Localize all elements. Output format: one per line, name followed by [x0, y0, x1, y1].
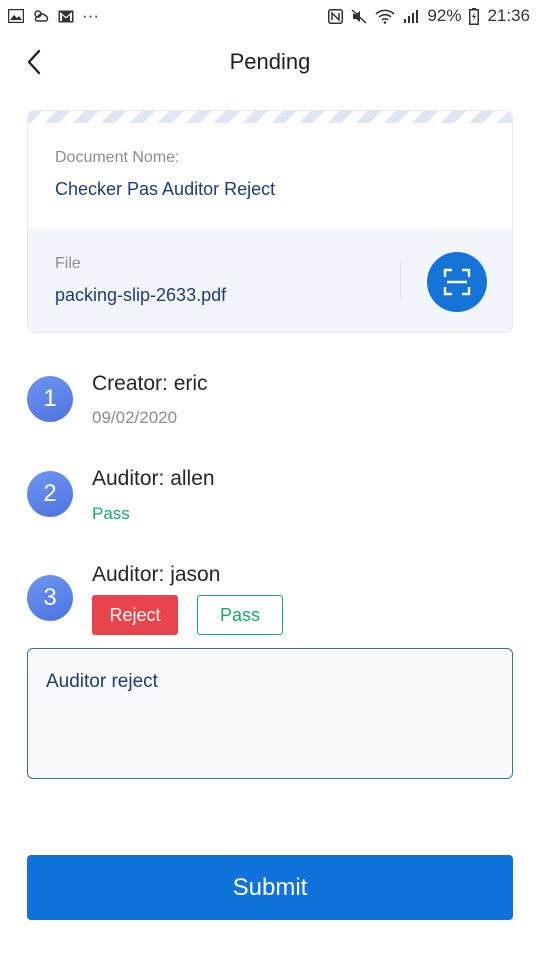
card-stripe-decoration: [28, 111, 512, 123]
battery-percent: 92%: [427, 6, 462, 25]
chevron-left-icon: [27, 49, 41, 75]
page-title: Pending: [229, 49, 311, 74]
step-title: Auditor: jason: [92, 563, 221, 586]
gmail-icon: [58, 10, 74, 23]
step-date: 09/02/2020: [92, 408, 178, 427]
step-title: Creator: eric: [92, 372, 208, 395]
file-label: File: [55, 255, 81, 272]
document-name-section: Document Nome: Checker Pas Auditor Rejec…: [28, 123, 512, 240]
status-right: 92% 21:36: [328, 6, 530, 26]
nfc-icon: [328, 8, 344, 24]
more-notifications-indicator: ···: [82, 6, 99, 25]
scan-button[interactable]: [427, 252, 487, 312]
step-number-badge: 1: [27, 376, 73, 422]
weather-icon: [32, 9, 50, 23]
battery-icon: [469, 7, 480, 25]
step-number-badge: 3: [27, 575, 73, 621]
step-number-badge: 2: [27, 471, 73, 517]
document-card: Document Nome: Checker Pas Auditor Rejec…: [27, 110, 513, 333]
reject-button[interactable]: Reject: [92, 595, 178, 635]
app-header: Pending: [0, 36, 540, 88]
file-divider: [400, 261, 401, 301]
gallery-icon: [8, 9, 24, 23]
pass-button[interactable]: Pass: [197, 595, 283, 635]
step-status-pass: Pass: [92, 504, 130, 523]
wifi-icon: [375, 9, 395, 24]
scan-icon: [443, 268, 471, 296]
mute-icon: [351, 8, 367, 24]
submit-button[interactable]: Submit: [27, 855, 513, 920]
step-title: Auditor: allen: [92, 467, 215, 490]
step-auditor-jason: 3 Auditor: jason Reject Pass: [27, 560, 513, 636]
signal-icon: [403, 9, 419, 23]
clock: 21:36: [487, 6, 530, 25]
status-bar: ··· 92% 21:36: [0, 0, 540, 32]
document-name-label: Document Nome:: [55, 149, 180, 166]
step-auditor-allen: 2 Auditor: allen Pass: [27, 465, 513, 525]
document-name-value: Checker Pas Auditor Reject: [55, 179, 276, 199]
file-name-value[interactable]: packing-slip-2633.pdf: [55, 285, 485, 306]
status-left: ···: [8, 6, 99, 26]
file-section: File packing-slip-2633.pdf: [28, 229, 512, 332]
comment-textarea[interactable]: Auditor reject: [27, 648, 513, 779]
back-button[interactable]: [18, 46, 50, 78]
step-creator: 1 Creator: eric 09/02/2020: [27, 370, 513, 430]
